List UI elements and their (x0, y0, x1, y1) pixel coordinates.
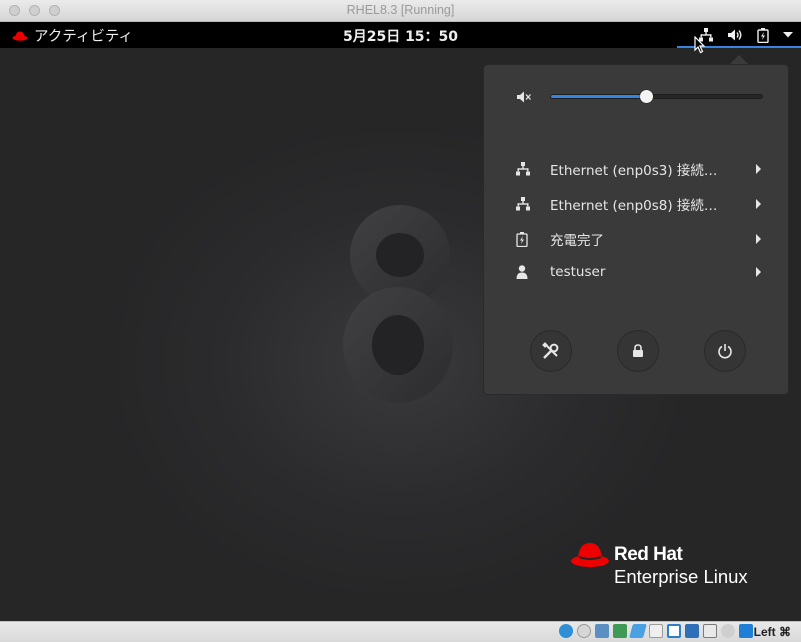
host-key-label: Left ⌘ (753, 625, 791, 639)
vm-screen[interactable]: アクティビティ 5月25日 15：50 Ethernet (enp0s3) 接続… (0, 22, 801, 621)
rhel-8-mark (343, 205, 453, 403)
volume-slider-fill (551, 95, 646, 98)
usb-icon[interactable] (629, 624, 647, 638)
audio-icon[interactable] (595, 624, 609, 638)
vm-status-bar: Left ⌘ (0, 621, 801, 642)
chevron-right-icon (756, 199, 761, 209)
battery-charging-icon (516, 231, 550, 247)
rhel-logo: Red Hat Enterprise Linux (570, 538, 748, 587)
lock-icon (633, 344, 643, 357)
volume-slider-knob[interactable] (639, 90, 653, 103)
power-icon (718, 344, 732, 359)
menu-item-label: Ethernet (enp0s3) 接続… (550, 163, 718, 179)
logo-line2: Enterprise Linux (614, 566, 748, 587)
volume-muted-icon[interactable] (516, 89, 532, 108)
tools-icon (542, 342, 559, 359)
system-menu: Ethernet (enp0s3) 接続… Ethernet (enp0s8) … (483, 64, 789, 395)
logo-line1: Red Hat (614, 544, 683, 565)
status-icons (555, 624, 753, 638)
menu-item-user[interactable]: testuser (484, 257, 790, 287)
vt-x-icon[interactable] (703, 624, 717, 638)
menu-item-battery[interactable]: 充電完了 (484, 224, 790, 254)
redhat-hat-icon (571, 543, 609, 567)
volume-slider[interactable] (550, 90, 763, 103)
user-icon (516, 265, 550, 279)
menu-item-ethernet-enp0s8[interactable]: Ethernet (enp0s8) 接続… (484, 189, 790, 219)
clock[interactable]: 5月25日 15：50 (0, 26, 801, 46)
shared-folders-icon[interactable] (649, 624, 663, 638)
harddisk-icon[interactable] (559, 624, 573, 638)
window-title: RHEL8.3 [Running] (346, 3, 455, 17)
power-button[interactable] (704, 330, 746, 372)
display-icon[interactable] (667, 624, 681, 638)
keyboard-capture-icon[interactable] (739, 624, 753, 638)
menu-item-label: 充電完了 (550, 233, 604, 249)
lock-button[interactable] (617, 330, 659, 372)
battery-icon[interactable] (757, 27, 769, 43)
menu-item-ethernet-enp0s3[interactable]: Ethernet (enp0s3) 接続… (484, 154, 790, 184)
volume-icon[interactable] (727, 28, 743, 42)
network-wired-icon (516, 197, 550, 211)
menu-item-label: testuser (550, 264, 606, 280)
chevron-right-icon (756, 234, 761, 244)
network-icon[interactable] (613, 624, 627, 638)
settings-button[interactable] (530, 330, 572, 372)
optical-drive-icon[interactable] (577, 624, 591, 638)
window-titlebar: RHEL8.3 [Running] (0, 0, 801, 22)
chevron-down-icon[interactable] (783, 32, 793, 38)
network-wired-icon (516, 162, 550, 176)
menu-item-label: Ethernet (enp0s8) 接続… (550, 198, 718, 214)
chevron-right-icon (756, 267, 761, 277)
chevron-right-icon (756, 164, 761, 174)
mouse-integration-icon[interactable] (721, 624, 735, 638)
mouse-cursor-icon (694, 36, 706, 54)
video-capture-icon[interactable] (685, 624, 699, 638)
gnome-top-bar: アクティビティ 5月25日 15：50 (0, 22, 801, 48)
